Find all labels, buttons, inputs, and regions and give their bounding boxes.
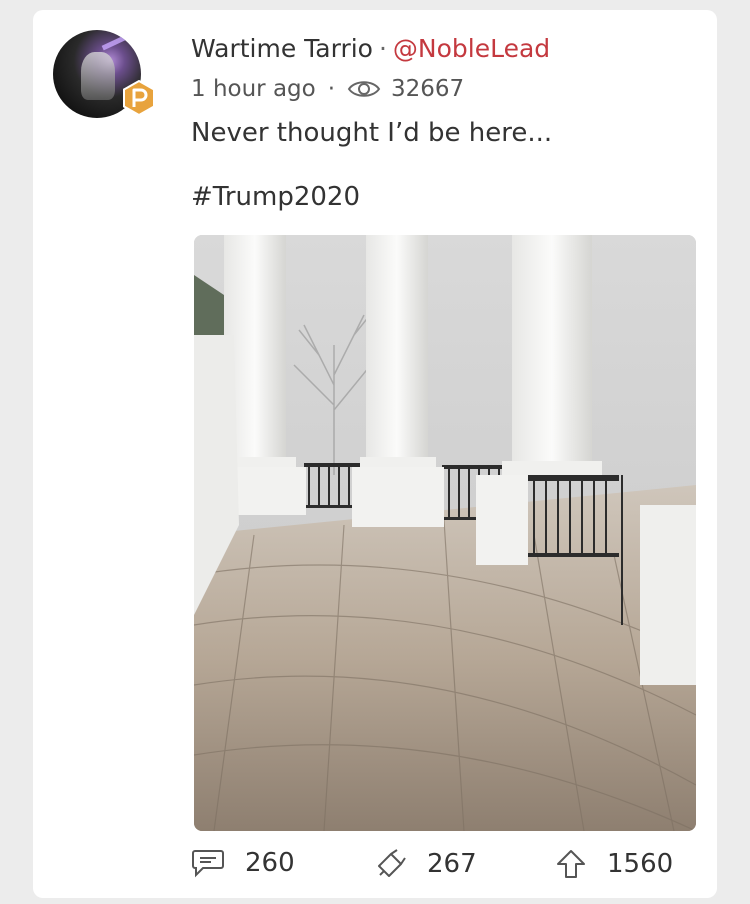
author-name[interactable]: Wartime Tarrio: [191, 34, 373, 63]
meta-separator: ·: [327, 76, 336, 102]
upvote-arrow-icon: [557, 850, 585, 878]
eye-icon: [347, 81, 381, 97]
author-handle[interactable]: @NobleLead: [393, 34, 550, 63]
post-image[interactable]: [194, 235, 696, 831]
post-text: Never thought I’d be here...: [191, 118, 553, 148]
echo-count: 267: [427, 849, 477, 879]
echo-button[interactable]: 267: [375, 848, 477, 880]
comment-button[interactable]: 260: [191, 848, 295, 878]
post-time: 1 hour ago: [191, 76, 316, 102]
comment-bubble-icon: [192, 850, 224, 878]
upvote-count: 1560: [607, 849, 674, 879]
white-house-balcony-photo: [194, 235, 696, 831]
post-actions: 260 267 1560: [191, 848, 711, 888]
post-card: Wartime Tarrio · @NobleLead 1 hour ago · 3…: [33, 10, 717, 898]
post-header: Wartime Tarrio · @NobleLead: [191, 34, 550, 63]
avatar-figure: [81, 52, 115, 100]
post-meta: 1 hour ago · 32667: [191, 76, 464, 102]
post-hashtag[interactable]: #Trump2020: [191, 182, 360, 212]
view-count: 32667: [391, 76, 465, 102]
comment-count: 260: [245, 848, 295, 878]
echo-megaphone-icon: [378, 849, 406, 877]
upvote-button[interactable]: 1560: [555, 848, 673, 880]
parler-p-badge-icon: [123, 80, 155, 116]
avatar-light-streak: [101, 30, 137, 51]
header-separator: ·: [378, 34, 387, 63]
